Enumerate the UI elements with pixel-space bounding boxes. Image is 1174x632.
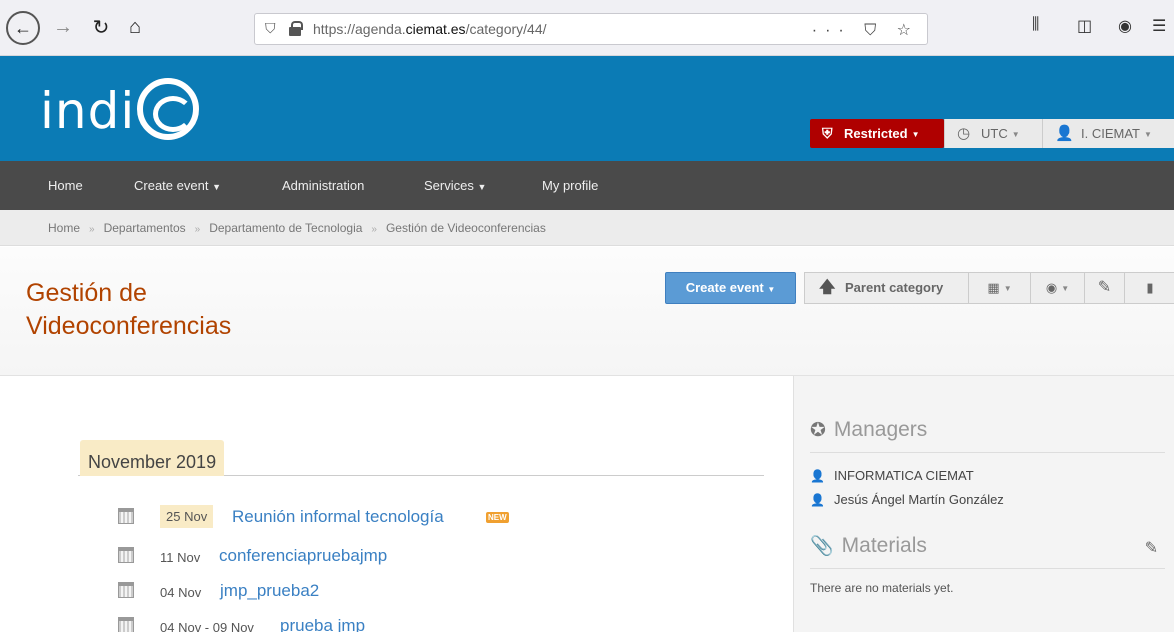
award-icon: ✪ <box>810 420 826 441</box>
reload-button[interactable]: ↻ <box>84 10 118 44</box>
event-row: 04 Nov jmp_prueba2 <box>118 578 418 606</box>
event-date: 04 Nov <box>160 585 202 600</box>
menu-item-home[interactable]: Home <box>48 178 83 193</box>
page-title: Gestión de Videoconferencias <box>26 279 232 340</box>
clock-icon: ◷ <box>957 125 971 142</box>
home-button[interactable]: ⌂ <box>118 10 152 44</box>
menu-item-create-event[interactable]: Create event ▼ <box>134 178 221 193</box>
create-event-button[interactable]: Create event ▼ <box>665 272 796 304</box>
url-bar[interactable]: ⛉ https://agenda.ciemat.es/category/44/ … <box>254 13 928 45</box>
menu-item-services[interactable]: Services ▼ <box>424 178 486 193</box>
breadcrumb-item-departamentos[interactable]: Departamentos <box>104 221 186 235</box>
calendar-icon <box>118 547 134 563</box>
bookmark-button[interactable]: ▮ <box>1125 273 1174 303</box>
parent-category-button[interactable]: 🡅 Parent category <box>805 273 969 303</box>
calendar-icon <box>118 582 134 598</box>
category-header: Gestión de Videoconferencias Create even… <box>0 247 1174 376</box>
breadcrumb-item-home[interactable]: Home <box>48 221 80 235</box>
url-text: https://agenda.ciemat.es/category/44/ <box>313 21 547 37</box>
bookmark-icon: ▮ <box>1146 280 1154 295</box>
manager-item: 👤 Jesús Ángel Martín González <box>810 492 1004 507</box>
event-row: 11 Nov conferenciapruebajmp <box>118 543 418 571</box>
view-options-button[interactable]: ◉ ▼ <box>1031 273 1085 303</box>
category-sidebar: ✪ Managers 👤 INFORMATICA CIEMAT 👤 Jesús Áng… <box>793 376 1174 632</box>
event-date: 11 Nov <box>160 550 201 565</box>
indico-logo[interactable]: indi <box>40 77 200 146</box>
calendar-icon: ▦ <box>987 280 1000 295</box>
tracking-protection-icon[interactable]: ⛉ <box>265 20 276 37</box>
menu-icon[interactable]: ☰ <box>1152 16 1166 36</box>
timezone-dropdown[interactable]: ◷ UTC ▼ <box>944 119 1042 148</box>
user-dropdown[interactable]: 👤 I. CIEMAT ▼ <box>1042 119 1174 148</box>
event-title-link[interactable]: Reunión informal tecnología <box>232 507 444 527</box>
menu-item-administration[interactable]: Administration <box>282 178 364 193</box>
calendar-export-button[interactable]: ▦ ▼ <box>969 273 1031 303</box>
new-badge: NEW <box>486 512 509 523</box>
event-title-link[interactable]: jmp_prueba2 <box>220 581 319 601</box>
forward-button[interactable]: → <box>46 10 80 44</box>
lock-icon[interactable] <box>289 21 303 36</box>
library-icon[interactable]: ⫼ <box>1032 16 1039 34</box>
user-icon: 👤 <box>1055 125 1074 142</box>
breadcrumb-item-current[interactable]: Gestión de Videoconferencias <box>386 221 546 235</box>
event-row: 04 Nov - 09 Nov prueba jmp <box>118 613 418 632</box>
no-materials-text: There are no materials yet. <box>810 581 954 595</box>
manager-item: 👤 INFORMATICA CIEMAT <box>810 468 974 483</box>
edit-materials-icon[interactable]: ✎ <box>1145 538 1158 558</box>
event-row: 25 Nov Reunión informal tecnología NEW <box>118 504 538 532</box>
divider <box>810 452 1165 453</box>
shield-icon: ⛨ <box>822 125 833 141</box>
category-toolbar: 🡅 Parent category ▦ ▼ ◉ ▼ ✎ ▮ <box>804 272 1174 304</box>
eye-icon: ◉ <box>1045 280 1058 295</box>
event-date: 04 Nov - 09 Nov <box>160 620 254 632</box>
breadcrumb: Home» Departamentos» Departamento de Tecno… <box>0 210 1174 246</box>
account-icon[interactable]: ◉ <box>1118 16 1132 36</box>
event-title-link[interactable]: prueba jmp <box>280 616 365 632</box>
pencil-icon: ✎ <box>1097 279 1112 296</box>
user-icon: 👤 <box>810 469 825 483</box>
event-date: 25 Nov <box>160 505 214 528</box>
breadcrumb-item-departamento-tecnologia[interactable]: Departamento de Tecnologia <box>209 221 362 235</box>
calendar-icon <box>118 617 134 632</box>
indico-header: indi ⛨ Restricted ▼ ◷ UTC ▼ 👤 I. CIEMAT ▼ <box>0 56 1174 161</box>
restricted-dropdown[interactable]: ⛨ Restricted ▼ <box>810 119 944 148</box>
paperclip-icon: 📎 <box>810 536 834 557</box>
arrow-up-icon: 🡅 <box>819 279 836 296</box>
divider <box>810 568 1165 569</box>
user-icon: 👤 <box>810 493 825 507</box>
event-title-link[interactable]: conferenciapruebajmp <box>219 546 387 566</box>
page-actions[interactable]: ··· ⛉ ☆ <box>812 20 919 40</box>
sidebar-icon[interactable]: ◫ <box>1077 16 1092 36</box>
browser-toolbar: ← → ↻ ⌂ ⛉ https://agenda.ciemat.es/categ… <box>0 0 1174 56</box>
managers-heading: ✪ Managers <box>810 418 928 441</box>
month-header: November 2019 <box>78 440 764 476</box>
menu-item-my-profile[interactable]: My profile <box>542 178 598 193</box>
month-label: November 2019 <box>80 440 225 476</box>
materials-heading: 📎 Materials <box>810 534 927 557</box>
calendar-icon <box>118 508 134 524</box>
back-button[interactable]: ← <box>6 11 40 45</box>
edit-category-button[interactable]: ✎ <box>1085 273 1125 303</box>
main-menu: Home Create event ▼ Administration Servi… <box>0 161 1174 210</box>
